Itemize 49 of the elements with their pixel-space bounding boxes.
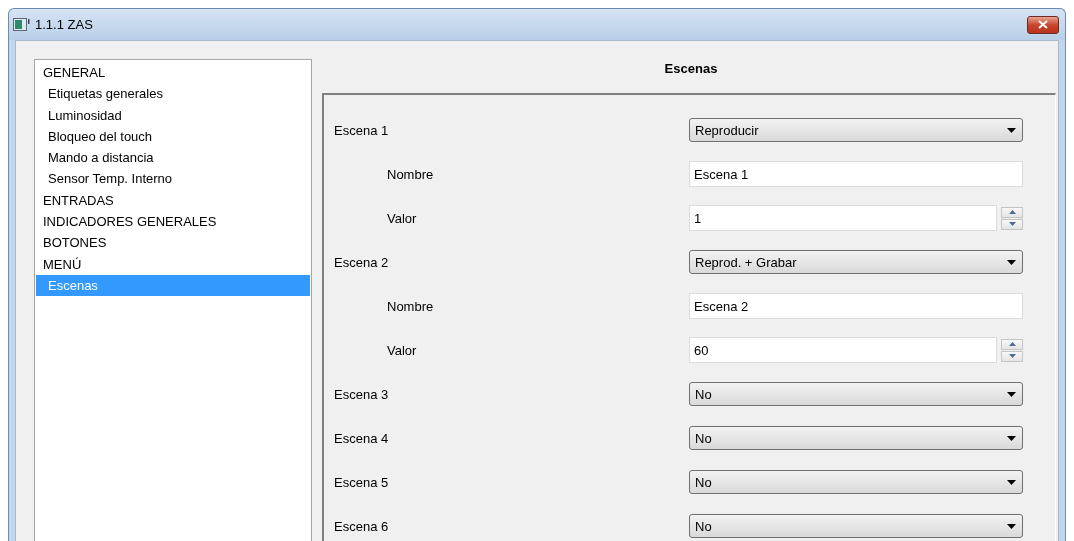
nav-item[interactable]: Mando a distancia xyxy=(36,147,310,169)
field-label: Escena 5 xyxy=(334,474,390,490)
caret-icon xyxy=(1007,523,1016,529)
dropdown[interactable]: Reprod. + Grabar xyxy=(689,250,1023,274)
field-label: Valor xyxy=(386,342,418,358)
nav-item[interactable]: ENTRADAS xyxy=(36,189,310,212)
nav-item[interactable]: MENÚ xyxy=(36,253,310,275)
number-field[interactable]: 60 xyxy=(689,337,997,363)
dropdown[interactable]: Reproducir xyxy=(689,118,1023,142)
field-label: Nombre xyxy=(386,298,435,314)
dropdown[interactable]: No xyxy=(689,382,1023,406)
nav-item[interactable]: Luminosidad xyxy=(36,104,310,126)
field-label: Valor xyxy=(386,210,418,226)
close-button[interactable] xyxy=(1027,15,1059,34)
caret-icon xyxy=(1007,259,1016,265)
caret-icon xyxy=(1007,435,1016,441)
section-title: Escenas xyxy=(663,60,719,78)
up-triangle-icon xyxy=(1008,210,1016,214)
field-label: Escena 6 xyxy=(334,518,390,534)
down-triangle-icon xyxy=(1008,354,1016,358)
dropdown[interactable]: No xyxy=(689,470,1023,494)
spin-down-button[interactable] xyxy=(1001,218,1023,230)
up-triangle-icon xyxy=(1008,342,1016,346)
field-label: Escena 3 xyxy=(334,386,390,402)
dropdown[interactable]: No xyxy=(689,426,1023,450)
nav-item[interactable]: GENERAL xyxy=(36,62,310,84)
spin-up-button[interactable] xyxy=(1001,338,1023,350)
nav-item[interactable]: INDICADORES GENERALES xyxy=(36,211,310,233)
spin-down-button[interactable] xyxy=(1001,350,1023,362)
caret-icon xyxy=(1007,479,1016,485)
caret-icon xyxy=(1007,127,1016,133)
field-label: Escena 2 xyxy=(334,254,390,270)
caret-icon xyxy=(1007,391,1016,397)
dropdown[interactable]: No xyxy=(689,514,1023,538)
nav-item[interactable]: Bloqueo del touch xyxy=(36,125,310,148)
app-icon xyxy=(13,17,30,32)
field-label: Escena 1 xyxy=(334,122,390,138)
close-icon xyxy=(1038,20,1048,29)
nav-item[interactable]: BOTONES xyxy=(36,232,310,254)
nav-item[interactable]: Sensor Temp. Interno xyxy=(36,168,310,190)
input-field[interactable]: Escena 1 xyxy=(689,161,1023,187)
window-title: 1.1.1 ZAS xyxy=(35,17,93,32)
down-triangle-icon xyxy=(1008,222,1016,226)
field-label: Nombre xyxy=(386,166,435,182)
field-label: Escena 4 xyxy=(334,430,390,446)
input-field[interactable]: Escena 2 xyxy=(689,293,1023,319)
number-field[interactable]: 1 xyxy=(689,205,997,231)
nav-item[interactable]: Etiquetas generales xyxy=(36,83,310,105)
spin-up-button[interactable] xyxy=(1001,206,1023,218)
